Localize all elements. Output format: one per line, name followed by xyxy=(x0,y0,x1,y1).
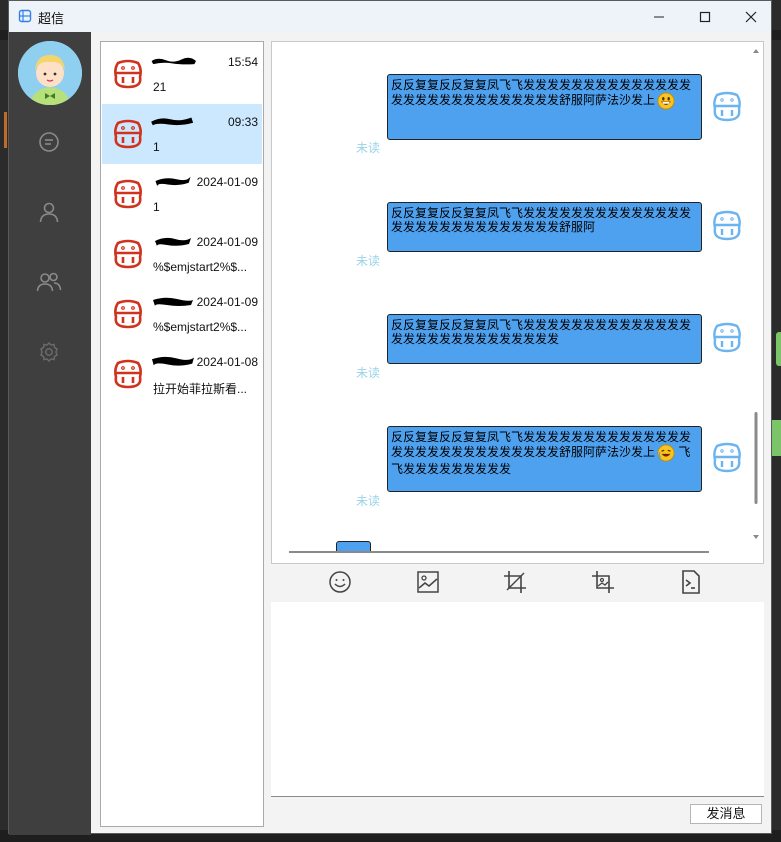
contact-avatar-icon xyxy=(114,359,142,389)
minimize-icon xyxy=(654,16,664,17)
contact-avatar-icon xyxy=(114,59,142,89)
conversation-time: 09:33 xyxy=(227,115,258,129)
conversation-last-message: %$emjstart2%$... xyxy=(153,320,248,334)
image-icon xyxy=(417,571,439,593)
message-history: 反反复复反反复复凤飞飞发发发发发发发发发发发发发发发发发发发发发发发发发发发发舒… xyxy=(271,41,764,564)
window-title: 超信 xyxy=(38,11,65,26)
contact-avatar-icon xyxy=(114,179,142,209)
conversation-last-message: 拉开始菲拉斯看... xyxy=(153,382,248,396)
contact-avatar-icon xyxy=(114,299,142,329)
conversation-last-message: %$emjstart2%$... xyxy=(153,260,248,274)
message-bubble[interactable]: 反反复复反反复复凤飞飞发发发发发发发发发发发发发发发发发发发发发发发发发发发发舒… xyxy=(387,202,702,252)
message-text: 反反复复反反复复凤飞飞发发发发发发发发发发发发发发发发发发发发发发发发发发发发 xyxy=(391,318,692,346)
my-avatar-icon xyxy=(713,91,741,122)
crop-icon xyxy=(504,571,526,593)
background-window xyxy=(0,40,8,830)
gear-icon xyxy=(40,341,58,363)
vertical-scrollbar[interactable] xyxy=(749,42,763,563)
screenshot-icon xyxy=(592,571,614,593)
file-button[interactable] xyxy=(679,570,703,594)
unread-status: 未读 xyxy=(356,254,381,268)
unread-status: 未读 xyxy=(356,141,381,155)
conversation-item[interactable]: 2024-01-08 拉开始菲拉斯看... xyxy=(102,344,262,404)
app-logo-icon xyxy=(18,9,32,23)
conversation-time: 2024-01-09 xyxy=(196,235,258,249)
message-text: 反反复复反反复复凤飞飞发发发发发发发发发发发发发发发发发发发发发发发发发发发发舒… xyxy=(391,78,692,108)
close-button[interactable] xyxy=(728,1,774,32)
conversation-item[interactable]: 09:33 1 xyxy=(102,104,262,164)
title-bar[interactable]: 超信 xyxy=(9,1,771,32)
close-icon xyxy=(745,11,757,22)
conversation-item[interactable]: 2024-01-09 %$emjstart2%$... xyxy=(102,284,262,344)
redacted-name xyxy=(155,176,191,187)
redacted-name xyxy=(155,237,191,246)
send-button[interactable]: 发消息 xyxy=(690,804,762,824)
background-window xyxy=(772,40,781,830)
conversation-last-message: 21 xyxy=(153,80,167,94)
my-avatar-icon xyxy=(713,442,741,473)
horizontal-scrollbar[interactable] xyxy=(289,551,709,553)
smiley-icon xyxy=(329,571,351,593)
scrollbar-track xyxy=(753,49,759,539)
contact-avatar-icon xyxy=(114,119,142,149)
nav-sidebar xyxy=(9,32,91,835)
maximize-button[interactable] xyxy=(682,1,728,32)
image-button[interactable] xyxy=(416,570,440,594)
nav-chat-button[interactable] xyxy=(36,129,62,155)
message-bubble[interactable]: 反反复复反反复复凤飞飞发发发发发发发发发发发发发发发发发发发发发发发发发发发发舒… xyxy=(387,426,702,492)
chat-window: 超信 15:54 21 09:33 1 2024-01-09 1 2024-01… xyxy=(8,0,772,835)
redacted-name xyxy=(151,117,194,126)
message-text: 反反复复反反复复凤飞飞发发发发发发发发发发发发发发发发发发发发发发发发发发发发舒… xyxy=(391,430,692,460)
grin-emoji-icon xyxy=(657,92,675,110)
conversation-item[interactable]: 15:54 21 xyxy=(102,44,262,104)
nav-groups-button[interactable] xyxy=(36,269,62,295)
unread-status: 未读 xyxy=(356,494,381,508)
maximize-icon xyxy=(699,11,711,22)
nav-contacts-button[interactable] xyxy=(36,199,62,225)
message-bubble[interactable]: 反反复复反反复复凤飞飞发发发发发发发发发发发发发发发发发发发发发发发发发发发发 xyxy=(387,314,702,364)
conversation-last-message: 1 xyxy=(153,140,160,154)
group-icon xyxy=(36,272,62,292)
conversation-time: 15:54 xyxy=(227,55,258,69)
file-terminal-icon xyxy=(682,570,700,594)
user-icon xyxy=(39,202,59,223)
chat-bubble-icon xyxy=(39,132,59,152)
unread-status: 未读 xyxy=(356,366,381,380)
input-toolbar xyxy=(271,564,764,602)
laugh-emoji-icon xyxy=(657,444,675,462)
conversation-last-message: 1 xyxy=(153,200,160,214)
emoji-button[interactable] xyxy=(328,570,352,594)
contact-avatar-icon xyxy=(114,239,142,269)
conversation-item[interactable]: 2024-01-09 1 xyxy=(102,164,262,224)
crop-button[interactable] xyxy=(503,570,527,594)
conversation-time: 2024-01-09 xyxy=(196,175,258,189)
nav-settings-button[interactable] xyxy=(36,339,62,365)
conversation-list: 15:54 21 09:33 1 2024-01-09 1 2024-01-09… xyxy=(100,41,264,827)
conversation-time: 2024-01-09 xyxy=(196,295,258,309)
screenshot-button[interactable] xyxy=(591,570,615,594)
my-avatar-icon xyxy=(713,322,741,353)
redacted-name xyxy=(153,297,193,306)
conversation-time: 2024-01-08 xyxy=(196,355,258,369)
user-avatar[interactable] xyxy=(18,41,82,105)
message-input[interactable] xyxy=(271,602,764,797)
avatar-image xyxy=(18,41,82,105)
message-bubble[interactable]: 反反复复反反复复凤飞飞发发发发发发发发发发发发发发发发发发发发发发发发发发发发舒… xyxy=(387,74,702,140)
conversation-item[interactable]: 2024-01-09 %$emjstart2%$... xyxy=(102,224,262,284)
my-avatar-icon xyxy=(713,210,741,241)
redacted-name xyxy=(152,356,194,366)
minimize-button[interactable] xyxy=(636,1,682,32)
redacted-name xyxy=(151,57,196,65)
message-text: 反反复复反反复复凤飞飞发发发发发发发发发发发发发发发发发发发发发发发发发发发发舒… xyxy=(391,206,692,234)
